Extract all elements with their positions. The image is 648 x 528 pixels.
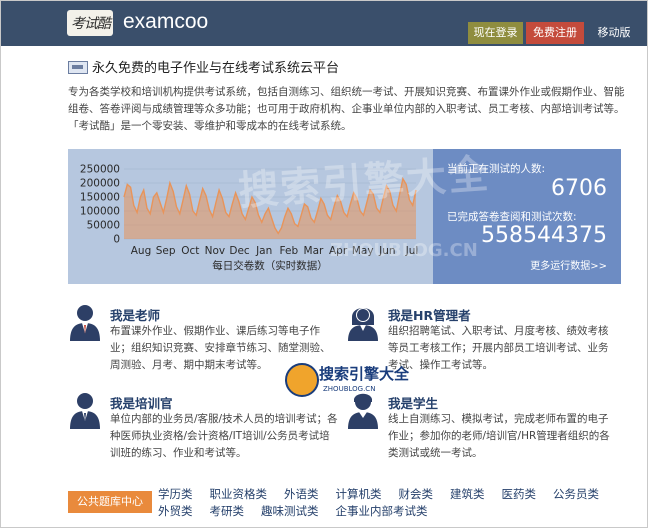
- x-tick-label: Jan: [255, 245, 272, 257]
- role-student-desc: 线上自测练习、模拟考试，完成老师布置的电子作业；参加你的老师/培训官/HR管理者…: [388, 413, 610, 459]
- student-avatar-icon: [348, 393, 378, 429]
- category-link[interactable]: 医药类: [502, 486, 537, 503]
- category-link[interactable]: 考研类: [210, 503, 245, 520]
- role-trainer-desc: 单位内部的业务员/客服/技术人员的培训考试；各种医师执业资格/会计资格/IT培训…: [110, 413, 338, 459]
- submissions-chart: 0 50000 100000 150000 200000 250000 Aug Sep Oct N…: [80, 164, 419, 273]
- x-tick-label: Feb: [280, 245, 299, 257]
- y-tick-label: 0: [113, 234, 120, 246]
- submissions-chart-panel: 0 50000 100000 150000 200000 250000 Aug Sep Oct N…: [68, 149, 433, 284]
- role-hr-title: 我是HR管理者: [388, 308, 471, 323]
- category-link[interactable]: 计算机类: [336, 486, 382, 503]
- x-tick-label: May: [352, 245, 374, 257]
- question-bank-center-button[interactable]: 公共题库中心: [68, 491, 152, 513]
- register-button[interactable]: 免费注册: [526, 22, 584, 44]
- category-link[interactable]: 外贸类: [158, 503, 193, 520]
- brand-name: examcoo: [123, 10, 209, 33]
- series-area: [124, 178, 416, 239]
- completed-count-label: 已完成答卷查阅和测试次数:: [447, 211, 577, 223]
- role-teacher[interactable]: 我是老师 布置课外作业、假期作业、课后练习等电子作业；组织知识竞赛、安排章节练习…: [68, 303, 331, 373]
- intro-title: 永久免费的电子作业与在线考试系统云平台: [92, 61, 340, 76]
- category-link[interactable]: 趣味测试类: [261, 503, 319, 520]
- category-link[interactable]: 财会类: [399, 486, 434, 503]
- x-tick-label: Nov: [205, 245, 226, 257]
- y-tick-label: 250000: [80, 164, 120, 176]
- category-link[interactable]: 企事业内部考试类: [336, 503, 428, 520]
- x-tick-label: Dec: [229, 245, 250, 257]
- role-trainer[interactable]: 我是培训官 单位内部的业务员/客服/技术人员的培训考试；各种医师执业资格/会计资…: [68, 391, 338, 461]
- role-teacher-desc: 布置课外作业、假期作业、课后练习等电子作业；组织知识竞赛、安排章节练习、随堂测验…: [110, 325, 331, 371]
- stats-panel: 当前正在测试的人数: 6706 已完成答卷查阅和测试次数: 558544375 …: [433, 149, 621, 284]
- x-tick-label: Aug: [131, 245, 152, 257]
- role-hr-desc: 组织招聘笔试、入职考试、月度考核、绩效考核等员工考核工作；开展内部员工培训考试、…: [388, 325, 609, 371]
- logo[interactable]: 考试酷: [67, 10, 113, 36]
- role-student[interactable]: 我是学生 线上自测练习、模拟考试，完成老师布置的电子作业；参加你的老师/培训官/…: [346, 391, 610, 461]
- x-tick-label: Jun: [378, 245, 395, 257]
- category-link[interactable]: 建筑类: [450, 486, 485, 503]
- role-trainer-title: 我是培训官: [110, 396, 173, 411]
- category-link[interactable]: 职业资格类: [210, 486, 268, 503]
- login-button[interactable]: 现在登录: [468, 22, 523, 44]
- y-tick-label: 100000: [80, 206, 120, 218]
- role-student-title: 我是学生: [388, 396, 439, 411]
- trainer-avatar-icon: [70, 393, 100, 429]
- top-header: 考试酷 examcoo 现在登录 免费注册 移动版: [1, 1, 647, 46]
- category-link[interactable]: 外语类: [284, 486, 319, 503]
- category-link[interactable]: 学历类: [158, 486, 193, 503]
- category-link[interactable]: 公务员类: [553, 486, 599, 503]
- completed-count-value: 558544375: [481, 223, 607, 248]
- role-teacher-title: 我是老师: [110, 308, 161, 323]
- testing-count-label: 当前正在测试的人数:: [447, 163, 546, 175]
- x-tick-label: Oct: [181, 245, 199, 257]
- x-tick-label: Mar: [304, 245, 324, 257]
- teacher-avatar-icon: [70, 305, 100, 341]
- category-links: 学历类 职业资格类 外语类 计算机类 财会类 建筑类 医药类 公务员类外贸类 考研类 趣味测试类企…: [158, 486, 638, 520]
- y-tick-label: 150000: [80, 192, 120, 204]
- x-axis-label: 每日交卷数（实时数据）: [212, 259, 328, 272]
- x-tick-label: Sep: [156, 245, 176, 257]
- hr-avatar-icon: [348, 308, 378, 341]
- mobile-version-link[interactable]: 移动版: [589, 22, 639, 44]
- monitor-icon: [68, 61, 88, 74]
- more-stats-link[interactable]: 更多运行数据>>: [530, 257, 607, 272]
- y-tick-label: 50000: [87, 220, 120, 232]
- testing-count-value: 6706: [551, 176, 607, 201]
- y-tick-label: 200000: [80, 178, 120, 190]
- x-tick-label: Apr: [329, 245, 348, 257]
- role-hr[interactable]: 我是HR管理者 组织招聘笔试、入职考试、月度考核、绩效考核等员工考核工作；开展内…: [346, 303, 609, 373]
- intro-text: 专为各类学校和培训机构提供考试系统，包括自测练习、组织统一考试、开展知识竞赛、布…: [68, 86, 625, 132]
- x-tick-label: Jul: [405, 245, 419, 257]
- logo-text: 考试酷: [71, 16, 111, 32]
